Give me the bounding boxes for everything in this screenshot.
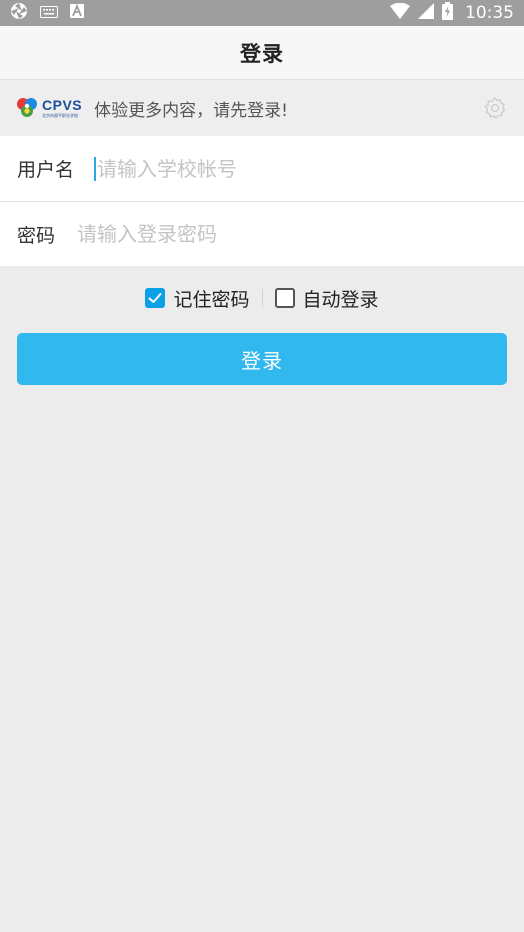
logo-subtext: 北京市昌平职业学校 (42, 113, 78, 118)
a-icon (70, 3, 84, 23)
aperture-icon (10, 2, 28, 25)
text-cursor (94, 156, 97, 181)
remember-password-checkbox[interactable] (145, 288, 166, 308)
password-input[interactable] (77, 214, 524, 254)
status-bar: 10:35 (0, 0, 524, 26)
settings-button[interactable] (482, 95, 508, 121)
username-label: 用户名 (17, 159, 75, 181)
status-right-icons: 10:35 (390, 1, 514, 25)
battery-icon (442, 1, 453, 25)
logo-text: CPVS (42, 97, 83, 113)
logo-mark-icon (17, 98, 37, 117)
login-button[interactable]: 登录 (17, 333, 507, 385)
wifi-icon (390, 2, 410, 24)
auto-login-label: 自动登录 (302, 288, 379, 311)
title-bar: 登录 (0, 26, 524, 80)
password-input-wrap (77, 214, 524, 254)
password-label: 密码 (17, 224, 56, 247)
password-row: 密码 (0, 201, 524, 266)
options-divider (261, 289, 263, 307)
school-logo: CPVS 北京市昌平职业学校 (16, 93, 82, 123)
checkmark-icon (148, 293, 162, 303)
notice-message: 体验更多内容，请先登录! (94, 100, 288, 121)
login-form: 用户名 密码 (0, 136, 524, 266)
auto-login-checkbox[interactable] (274, 288, 295, 308)
status-time: 10:35 (465, 3, 514, 23)
username-input-wrap (94, 148, 524, 189)
username-row: 用户名 (0, 136, 524, 201)
login-options: 记住密码 自动登录 (0, 280, 524, 316)
page-title: 登录 (240, 41, 284, 66)
gear-icon (484, 97, 506, 119)
remember-password-option[interactable]: 记住密码 (145, 285, 250, 312)
username-input[interactable] (94, 148, 524, 189)
remember-password-label: 记住密码 (173, 288, 250, 311)
auto-login-option[interactable]: 自动登录 (274, 285, 379, 312)
signal-icon (418, 2, 434, 24)
status-left-icons (10, 2, 84, 25)
notice-bar: CPVS 北京市昌平职业学校 体验更多内容，请先登录! (0, 80, 524, 136)
keyboard-icon (40, 3, 58, 23)
